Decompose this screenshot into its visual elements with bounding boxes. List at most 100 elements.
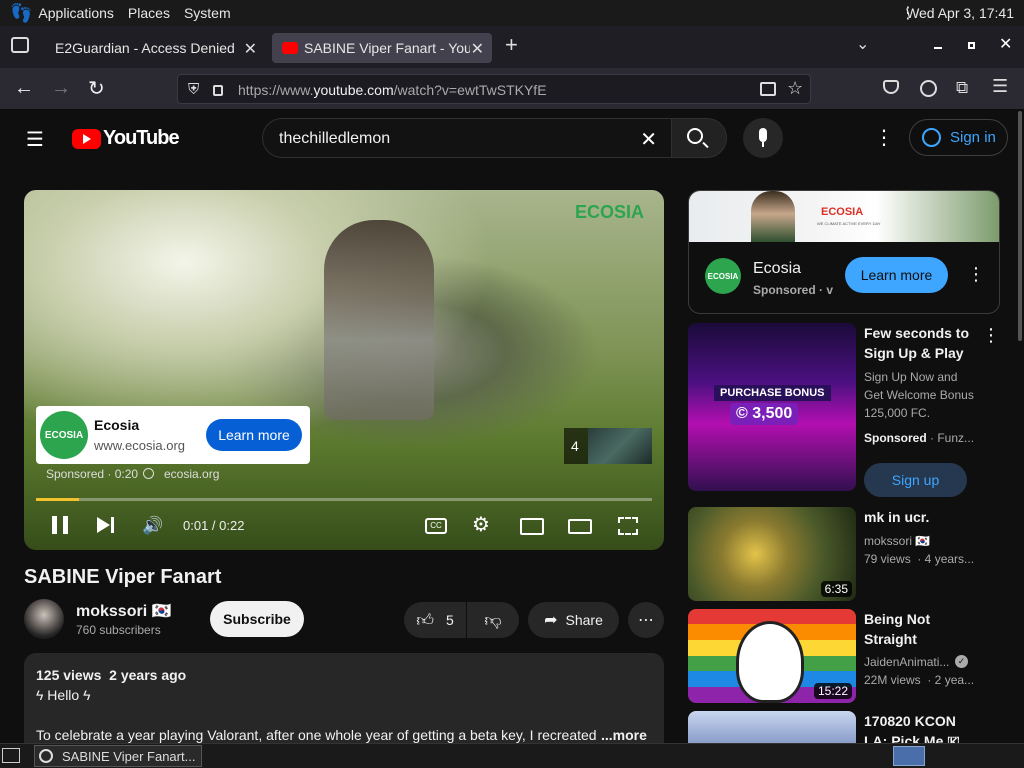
translate-icon[interactable] xyxy=(760,82,776,96)
sign-up-button[interactable]: Sign up xyxy=(864,463,967,497)
top-panel: 👣 Applications Places System ⋮ Wed Apr 3… xyxy=(0,0,1024,26)
video-frame-person xyxy=(324,220,434,420)
pocket-icon[interactable] xyxy=(883,80,899,94)
duration-badge: 15:22 xyxy=(813,683,852,699)
url-bar[interactable]: ⛨ https://www.youtube.com/watch?v=ewtTwS… xyxy=(177,74,811,104)
ad-overlay-card[interactable]: ECOSIA Ecosia www.ecosia.org Learn more xyxy=(36,406,310,464)
page-scrollbar[interactable] xyxy=(1018,111,1022,341)
skip-count: 4 xyxy=(571,438,579,454)
lock-icon[interactable] xyxy=(213,85,223,96)
subscribe-button[interactable]: Subscribe xyxy=(210,601,304,637)
back-icon[interactable]: ← xyxy=(14,77,34,100)
rec-title[interactable]: 170820 KCON xyxy=(864,711,956,731)
search-input[interactable]: thechilledlemon ✕ xyxy=(262,118,672,158)
rec-title[interactable]: Being Not xyxy=(864,609,930,629)
taskbar: SABINE Viper Fanart... xyxy=(0,743,1024,768)
channel-avatar[interactable] xyxy=(24,599,64,639)
new-tab-icon[interactable]: + xyxy=(505,32,518,58)
rec-title[interactable]: Few seconds to xyxy=(864,323,969,343)
url-text[interactable]: https://www.youtube.com/watch?v=ewtTwSTK… xyxy=(238,82,547,98)
theater-mode-icon[interactable] xyxy=(568,519,592,534)
settings-gear-icon[interactable]: ⚙ xyxy=(472,512,490,537)
rec-sponsored: Sponsored · Funz... xyxy=(864,431,975,445)
captions-icon[interactable]: CC xyxy=(425,518,447,534)
rec-channel[interactable]: JaidenAnimati... xyxy=(864,653,949,671)
menu-hamburger-icon[interactable]: ☰ xyxy=(992,76,1008,97)
info-icon[interactable] xyxy=(143,468,154,479)
close-window-icon[interactable]: ✕ xyxy=(999,34,1012,54)
forward-icon[interactable]: → xyxy=(51,77,71,100)
tab-title: SABINE Viper Fanart - YouTube xyxy=(304,40,470,56)
shield-icon[interactable]: ⛨ xyxy=(188,81,199,98)
applications-menu[interactable]: Applications xyxy=(38,5,114,21)
next-icon[interactable] xyxy=(97,517,110,533)
skip-preview[interactable]: 4 xyxy=(564,428,652,464)
ad-domain[interactable]: ecosia.org xyxy=(164,467,219,481)
tab-youtube[interactable]: SABINE Viper Fanart - YouTube ✕ xyxy=(272,33,492,63)
tab-e2guardian[interactable]: E2Guardian - Access Denied ✕ xyxy=(43,33,265,63)
banner-logo: ECOSIA xyxy=(821,206,864,218)
gnome-foot-icon[interactable]: 👣 xyxy=(10,3,32,24)
like-button[interactable]: 👍︎ 5 xyxy=(404,602,466,638)
rec-title-line2[interactable]: LA: Pick Me 🇰 xyxy=(864,731,960,743)
maximize-icon[interactable] xyxy=(968,42,975,49)
more-link[interactable]: ...more xyxy=(601,727,647,743)
youtube-favicon-icon xyxy=(282,42,298,54)
more-actions-button[interactable]: ⋯ xyxy=(628,602,664,638)
rec-title-line2[interactable]: Sign Up & Play xyxy=(864,343,964,363)
thumb-bonus-label: PURCHASE BONUS xyxy=(714,385,831,401)
channel-name[interactable]: mokssori 🇰🇷 xyxy=(76,601,172,621)
tab-title: E2Guardian - Access Denied xyxy=(55,40,235,56)
dislike-button[interactable]: 👎︎ xyxy=(467,602,519,638)
bookmark-star-icon[interactable]: ☆ xyxy=(787,78,803,99)
tab-manager-icon[interactable] xyxy=(11,37,29,53)
sign-in-button[interactable]: Sign in xyxy=(909,119,1008,156)
verified-icon: ✓ xyxy=(955,655,968,668)
video-player[interactable]: ECOSIA ECOSIA Ecosia www.ecosia.org Lear… xyxy=(24,190,664,550)
extensions-icon[interactable]: ⧉ xyxy=(956,78,968,98)
clock[interactable]: Wed Apr 3, 17:41 xyxy=(906,5,1014,21)
rec-title[interactable]: mk in ucr. xyxy=(864,507,929,527)
workspace-switcher[interactable] xyxy=(893,746,925,766)
side-learn-more-button[interactable]: Learn more xyxy=(845,257,948,293)
list-tabs-icon[interactable]: ⌄ xyxy=(856,34,869,54)
rec-kebab-icon[interactable]: ⋮ xyxy=(982,325,1000,346)
rec-thumbnail[interactable] xyxy=(688,711,856,743)
close-tab-icon[interactable]: ✕ xyxy=(244,39,257,59)
miniplayer-icon[interactable] xyxy=(520,518,544,535)
description-box[interactable]: 125 views 2 years ago ϟ Hello ϟ To celeb… xyxy=(24,653,664,743)
fullscreen-icon[interactable] xyxy=(618,517,638,535)
rec-thumbnail-game[interactable]: PURCHASE BONUS © 3,500 xyxy=(688,323,856,491)
clear-search-icon[interactable]: ✕ xyxy=(640,127,657,152)
guide-menu-icon[interactable]: ☰ xyxy=(26,127,44,152)
voice-search-button[interactable] xyxy=(743,118,783,158)
volume-icon[interactable]: 🔊 xyxy=(142,516,163,536)
places-menu[interactable]: Places xyxy=(128,5,170,21)
side-ad-kebab-icon[interactable]: ⋮ xyxy=(967,264,985,285)
pause-icon[interactable] xyxy=(52,516,68,534)
youtube-logo[interactable]: YouTube xyxy=(72,127,180,150)
time-display: 0:01 / 0:22 xyxy=(183,518,245,533)
search-button[interactable] xyxy=(671,118,727,158)
close-tab-icon[interactable]: ✕ xyxy=(471,39,484,59)
side-ad-card[interactable]: ECOSIA WE CLIMATE ACTIVE EVERY DAY ECOSI… xyxy=(688,190,1000,314)
ad-learn-more-button[interactable]: Learn more xyxy=(206,419,302,451)
settings-kebab-icon[interactable]: ⋮ xyxy=(874,125,894,150)
ad-url: www.ecosia.org xyxy=(94,438,186,453)
rec-thumbnail[interactable]: 6:35 xyxy=(688,507,856,601)
ecosia-logo: ECOSIA xyxy=(40,411,88,459)
rec-channel[interactable]: mokssori 🇰🇷 xyxy=(864,532,930,550)
like-count: 5 xyxy=(445,612,454,628)
minimize-icon[interactable] xyxy=(934,47,942,49)
show-desktop-icon[interactable] xyxy=(2,748,20,763)
share-button[interactable]: ➦ Share xyxy=(528,602,619,638)
reload-icon[interactable]: ↻ xyxy=(88,76,105,101)
rec-thumbnail[interactable]: 15:22 xyxy=(688,609,856,703)
rec-title-line2[interactable]: Straight xyxy=(864,629,917,649)
taskbar-window-button[interactable]: SABINE Viper Fanart... xyxy=(34,745,202,767)
system-menu[interactable]: System xyxy=(184,5,231,21)
progress-track[interactable] xyxy=(36,498,652,501)
account-icon[interactable] xyxy=(920,80,937,97)
ecosia-watermark: ECOSIA xyxy=(575,202,645,222)
side-ecosia-logo: ECOSIA xyxy=(705,258,741,294)
